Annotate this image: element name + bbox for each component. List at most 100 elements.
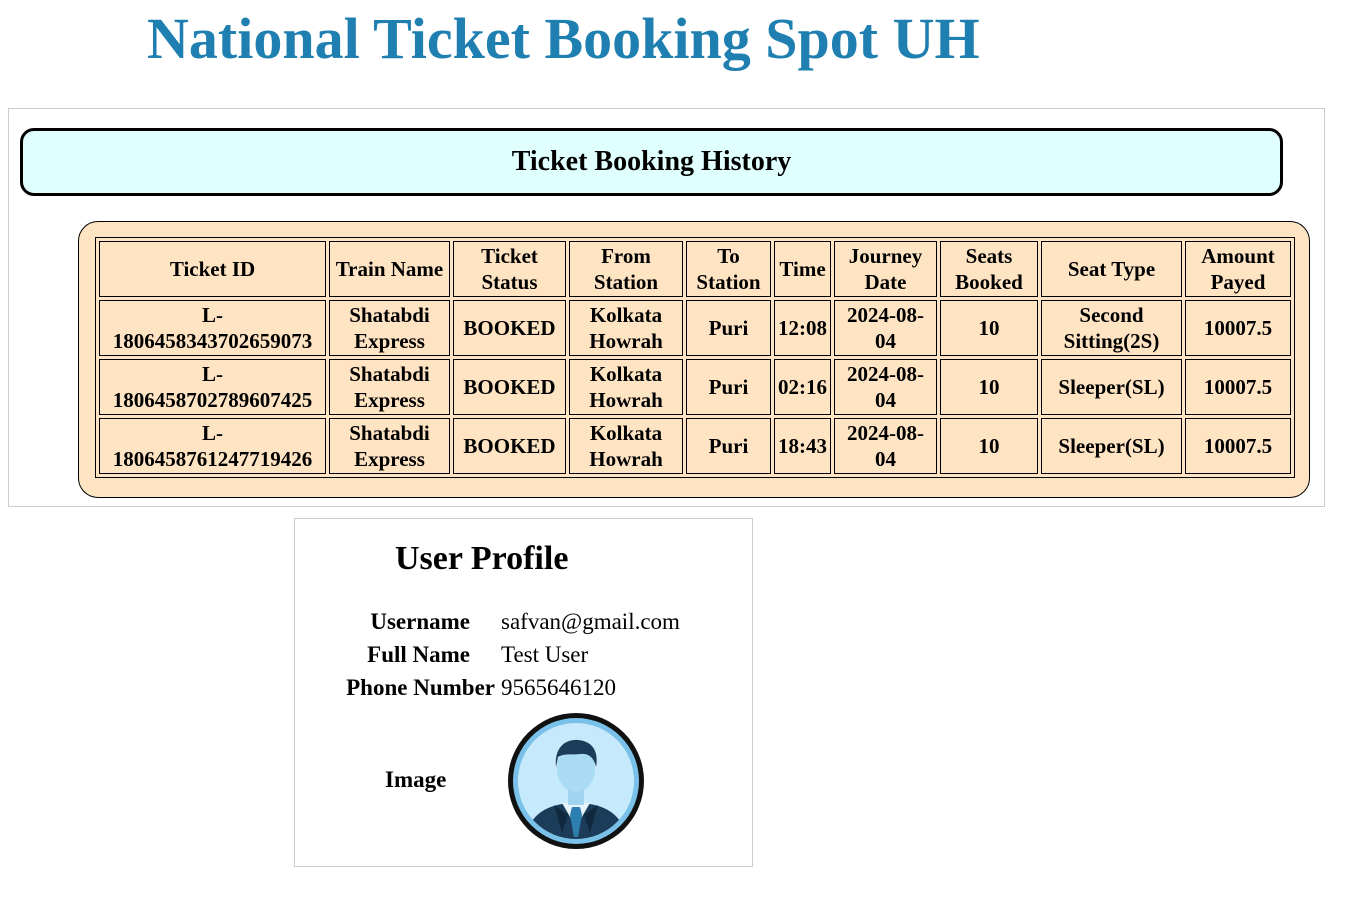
status-cell: BOOKED bbox=[453, 418, 566, 474]
journey-date-cell: 2024-08- 04 bbox=[834, 418, 937, 474]
column-header-line: Ticket bbox=[481, 244, 538, 268]
from-station-line: Howrah bbox=[589, 447, 663, 471]
site-title: National Ticket Booking Spot UH bbox=[147, 6, 980, 71]
seat-type-cell: Second Sitting(2S) bbox=[1041, 300, 1182, 356]
train-name-line: Shatabdi bbox=[349, 421, 430, 445]
status-cell: BOOKED bbox=[453, 300, 566, 356]
ticket-id-line: L- bbox=[202, 362, 223, 386]
column-header-seats-booked: Seats Booked bbox=[940, 241, 1038, 297]
column-header-to-station: To Station bbox=[686, 241, 771, 297]
journey-date-line: 2024-08- bbox=[847, 362, 924, 386]
ticket-id-line: 1806458702789607425 bbox=[112, 388, 313, 412]
train-name-line: Express bbox=[354, 447, 425, 471]
ticket-id-line: L- bbox=[202, 303, 223, 327]
train-name-cell: Shatabdi Express bbox=[329, 359, 450, 415]
phone-row: Phone Number 9565646120 bbox=[295, 671, 754, 704]
column-header-line: To bbox=[717, 244, 740, 268]
table-row: L- 1806458702789607425 Shatabdi Express BO… bbox=[99, 359, 1291, 415]
from-station-line: Howrah bbox=[589, 329, 663, 353]
phone-label: Phone Number bbox=[346, 675, 495, 700]
username-row: Username safvan@gmail.com bbox=[295, 605, 754, 638]
from-station-cell: Kolkata Howrah bbox=[569, 418, 683, 474]
seat-type-cell: Sleeper(SL) bbox=[1041, 418, 1182, 474]
time-cell: 02:16 bbox=[774, 359, 831, 415]
fullname-label: Full Name bbox=[367, 642, 470, 667]
to-station-cell: Puri bbox=[686, 359, 771, 415]
ticket-id-line: L- bbox=[202, 421, 223, 445]
from-station-line: Kolkata bbox=[589, 421, 663, 445]
train-name-cell: Shatabdi Express bbox=[329, 300, 450, 356]
ticket-id-line: 1806458761247719426 bbox=[112, 447, 313, 471]
to-station-cell: Puri bbox=[686, 418, 771, 474]
fullname-value: Test User bbox=[501, 642, 589, 667]
column-header-line: Booked bbox=[955, 270, 1023, 294]
ticket-id-cell: L- 1806458343702659073 bbox=[99, 300, 326, 356]
seat-type-cell: Sleeper(SL) bbox=[1041, 359, 1182, 415]
column-header-amount-payed: Amount Payed bbox=[1185, 241, 1291, 297]
column-header-train-name: Train Name bbox=[329, 241, 450, 297]
time-cell: 18:43 bbox=[774, 418, 831, 474]
booking-history-panel: Ticket Booking History Ticket ID Train N… bbox=[8, 108, 1325, 507]
column-header-line: From bbox=[601, 244, 651, 268]
time-cell: 12:08 bbox=[774, 300, 831, 356]
username-label: Username bbox=[370, 609, 470, 634]
history-table-container: Ticket ID Train Name Ticket Status From St… bbox=[78, 221, 1310, 498]
seats-booked-cell: 10 bbox=[940, 359, 1038, 415]
column-header-line: Time bbox=[779, 257, 826, 281]
column-header-line: Journey bbox=[848, 244, 923, 268]
journey-date-line: 04 bbox=[875, 388, 896, 412]
to-station-cell: Puri bbox=[686, 300, 771, 356]
table-row: L- 1806458343702659073 Shatabdi Express BO… bbox=[99, 300, 1291, 356]
train-name-cell: Shatabdi Express bbox=[329, 418, 450, 474]
column-header-line: Date bbox=[864, 270, 907, 294]
column-header-time: Time bbox=[774, 241, 831, 297]
history-heading: Ticket Booking History bbox=[20, 128, 1283, 196]
amount-cell: 10007.5 bbox=[1185, 359, 1291, 415]
from-station-line: Kolkata bbox=[589, 303, 663, 327]
seats-booked-cell: 10 bbox=[940, 418, 1038, 474]
user-avatar-icon bbox=[508, 713, 644, 849]
column-header-seat-type: Seat Type bbox=[1041, 241, 1182, 297]
seat-type-line: Sitting(2S) bbox=[1063, 329, 1160, 353]
column-header-line: Payed bbox=[1210, 270, 1266, 294]
journey-date-line: 2024-08- bbox=[847, 303, 924, 327]
journey-date-line: 04 bbox=[875, 447, 896, 471]
column-header-line: Train Name bbox=[335, 257, 444, 281]
fullname-row: Full Name Test User bbox=[295, 638, 754, 671]
column-header-from-station: From Station bbox=[569, 241, 683, 297]
table-row: L- 1806458761247719426 Shatabdi Express BO… bbox=[99, 418, 1291, 474]
column-header-ticket-id: Ticket ID bbox=[99, 241, 326, 297]
history-table: Ticket ID Train Name Ticket Status From St… bbox=[95, 237, 1295, 478]
profile-title: User Profile bbox=[395, 540, 569, 577]
amount-cell: 10007.5 bbox=[1185, 418, 1291, 474]
column-header-ticket-status: Ticket Status bbox=[453, 241, 566, 297]
column-header-line: Seat Type bbox=[1067, 257, 1156, 281]
ticket-id-cell: L- 1806458702789607425 bbox=[99, 359, 326, 415]
column-header-line: Station bbox=[593, 270, 659, 294]
column-header-journey-date: Journey Date bbox=[834, 241, 937, 297]
train-name-line: Express bbox=[354, 388, 425, 412]
username-value: safvan@gmail.com bbox=[501, 609, 680, 634]
column-header-line: Station bbox=[696, 270, 761, 294]
train-name-line: Shatabdi bbox=[349, 303, 430, 327]
train-name-line: Express bbox=[354, 329, 425, 353]
phone-value: 9565646120 bbox=[501, 675, 616, 700]
column-header-line: Status bbox=[481, 270, 538, 294]
from-station-cell: Kolkata Howrah bbox=[569, 300, 683, 356]
ticket-id-cell: L- 1806458761247719426 bbox=[99, 418, 326, 474]
from-station-line: Howrah bbox=[589, 388, 663, 412]
status-cell: BOOKED bbox=[453, 359, 566, 415]
seat-type-line: Second bbox=[1079, 303, 1144, 327]
ticket-id-line: 1806458343702659073 bbox=[112, 329, 313, 353]
amount-cell: 10007.5 bbox=[1185, 300, 1291, 356]
user-profile-card: User Profile Username safvan@gmail.com F… bbox=[294, 518, 753, 867]
image-label: Image bbox=[385, 767, 447, 792]
from-station-cell: Kolkata Howrah bbox=[569, 359, 683, 415]
journey-date-line: 04 bbox=[875, 329, 896, 353]
column-header-line: Ticket ID bbox=[169, 257, 256, 281]
journey-date-line: 2024-08- bbox=[847, 421, 924, 445]
seats-booked-cell: 10 bbox=[940, 300, 1038, 356]
column-header-line: Seats bbox=[965, 244, 1013, 268]
journey-date-cell: 2024-08- 04 bbox=[834, 359, 937, 415]
journey-date-cell: 2024-08- 04 bbox=[834, 300, 937, 356]
